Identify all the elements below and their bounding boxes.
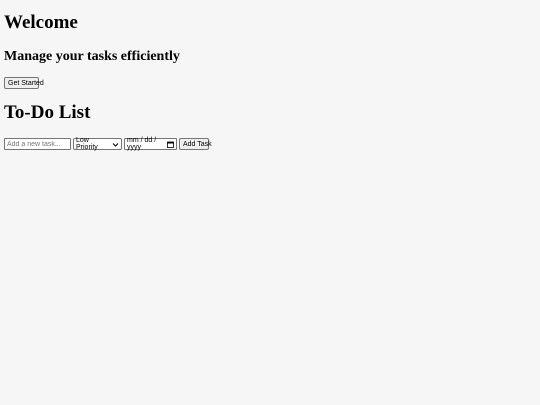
chevron-down-icon xyxy=(112,141,119,148)
due-date-input[interactable]: mm / dd / yyyy xyxy=(124,137,177,151)
task-input[interactable] xyxy=(4,138,71,150)
add-task-form: Low Priority mm / dd / yyyy Add Task xyxy=(4,137,212,151)
todo-heading: To-Do List xyxy=(4,102,91,123)
add-task-button[interactable]: Add Task xyxy=(179,138,212,150)
priority-selected-value: Low Priority xyxy=(76,137,98,151)
priority-select[interactable]: Low Priority xyxy=(73,137,122,151)
due-date-value: mm / dd / yyyy xyxy=(127,137,157,151)
calendar-icon[interactable] xyxy=(167,141,174,148)
welcome-heading: Welcome xyxy=(4,12,78,33)
get-started-button[interactable]: Get Started xyxy=(4,77,44,89)
welcome-subtitle: Manage your tasks efficiently xyxy=(4,49,180,64)
